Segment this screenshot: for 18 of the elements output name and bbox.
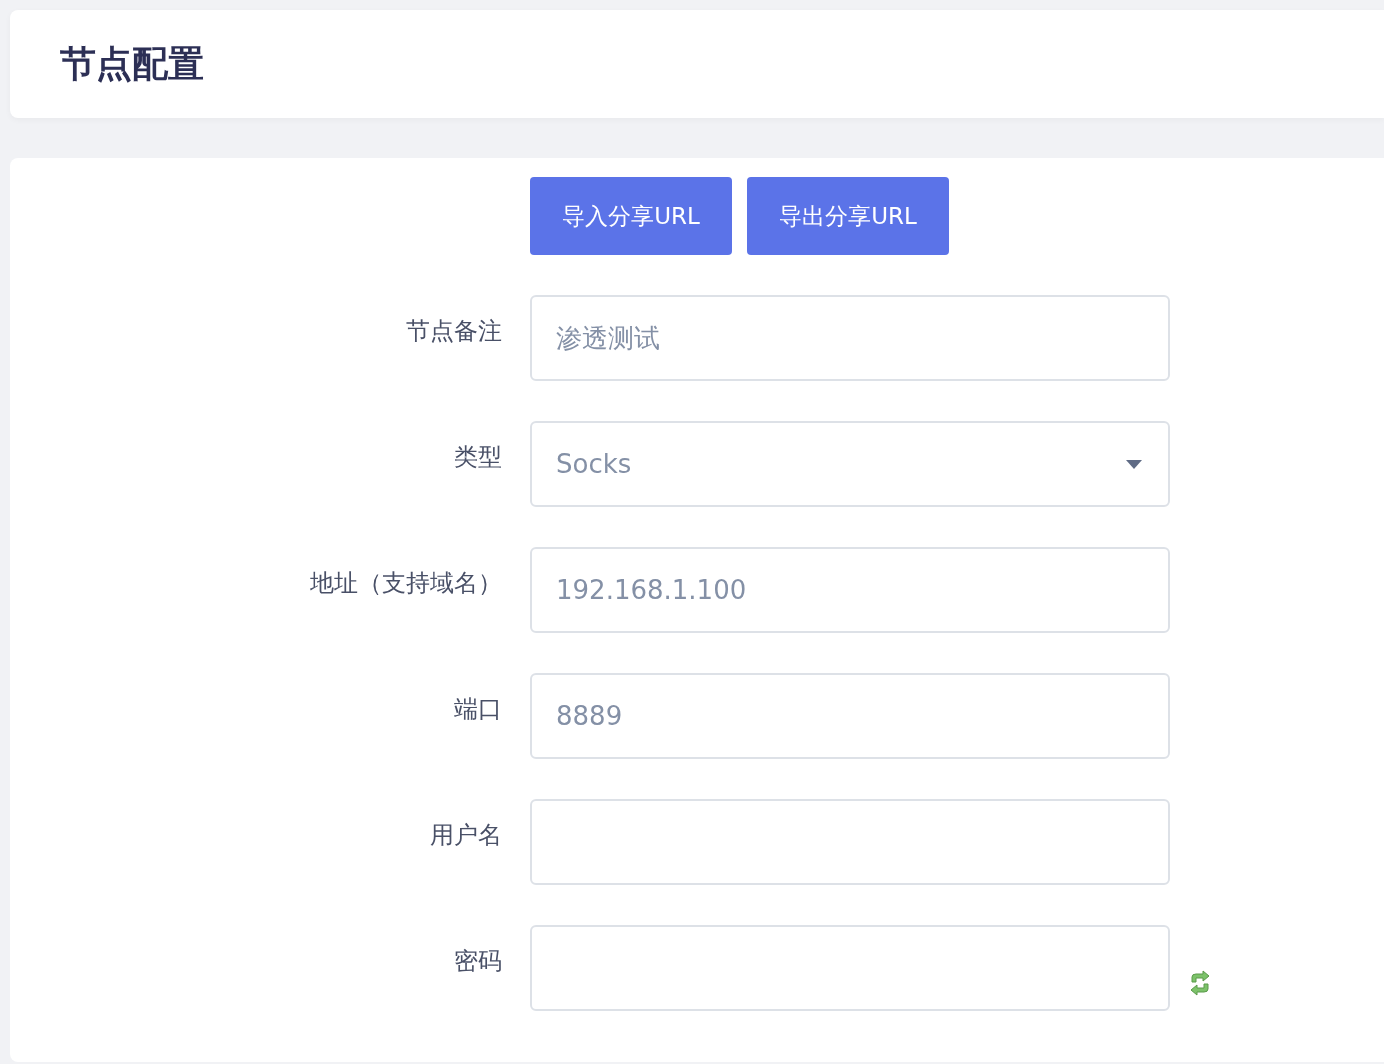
input-field[interactable]: [530, 799, 1170, 885]
field-label: 端口: [453, 694, 502, 725]
select-value: Socks: [556, 449, 632, 479]
input-field[interactable]: [530, 925, 1170, 1011]
input-field[interactable]: 192.168.1.100: [530, 547, 1170, 633]
field-label: 节点备注: [405, 316, 502, 347]
share-url-button[interactable]: 导入分享URL: [530, 177, 732, 255]
type-select[interactable]: Socks: [530, 421, 1170, 507]
field-label: 类型: [453, 442, 502, 473]
field-label: 密码: [453, 946, 502, 977]
refresh-icon[interactable]: [1188, 970, 1212, 996]
field-label: 地址（支持域名）: [309, 568, 502, 599]
caret-icon: [1126, 459, 1142, 469]
share-url-button[interactable]: 导出分享URL: [747, 177, 949, 255]
input-field[interactable]: 渗透测试: [530, 295, 1170, 381]
page-title: 节点配置: [60, 41, 204, 86]
input-field[interactable]: 8889: [530, 673, 1170, 759]
field-label: 用户名: [429, 820, 502, 851]
